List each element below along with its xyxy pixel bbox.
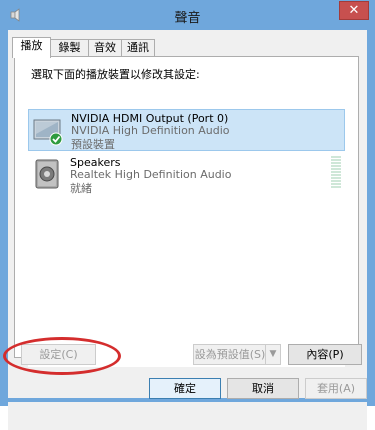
device-list[interactable]: NVIDIA HDMI Output (Port 0) NVIDIA High … [28,84,345,367]
device-status: 就緒 [70,182,92,195]
speaker-icon [32,158,64,190]
sound-dialog-window: 聲音 ✕ 錄製 音效 通訊 播放 選取下面的播放裝置以修改其設定: NVIDIA… [0,0,375,430]
set-default-label: 設為預設值(S) [194,348,266,361]
title-bar[interactable]: 聲音 ✕ [0,0,375,30]
configure-button[interactable]: 設定(C) [21,344,96,365]
apply-button[interactable]: 套用(A) [305,378,367,399]
ok-button[interactable]: 確定 [149,378,221,399]
tab-playback[interactable]: 播放 [12,37,51,58]
close-button[interactable]: ✕ [339,1,369,20]
close-icon: ✕ [348,3,360,18]
device-status: 預設裝置 [71,138,115,151]
properties-button[interactable]: 內容(P) [288,344,362,365]
dialog-client-area: 錄製 音效 通訊 播放 選取下面的播放裝置以修改其設定: NVIDIA HDMI… [8,30,367,430]
device-item-nvidia-hdmi[interactable]: NVIDIA HDMI Output (Port 0) NVIDIA High … [28,109,345,151]
device-item-speakers[interactable]: Speakers Realtek High Definition Audio 就… [28,154,345,196]
device-driver: Realtek High Definition Audio [70,168,232,181]
dialog-footer [8,402,367,430]
playback-panel: 選取下面的播放裝置以修改其設定: NVIDIA HDMI Output (Por… [14,56,359,367]
monitor-icon [33,114,65,146]
tab-sound-effects[interactable]: 音效 [88,39,122,57]
set-default-button[interactable]: 設為預設值(S) ▼ [193,344,281,365]
volume-level-meter [331,156,341,188]
instruction-text: 選取下面的播放裝置以修改其設定: [31,68,200,81]
window-title: 聲音 [174,11,201,26]
tab-recording[interactable]: 錄製 [50,39,89,57]
tab-communications[interactable]: 通訊 [121,39,155,57]
cancel-button[interactable]: 取消 [227,378,299,399]
chevron-down-icon[interactable]: ▼ [265,345,280,364]
